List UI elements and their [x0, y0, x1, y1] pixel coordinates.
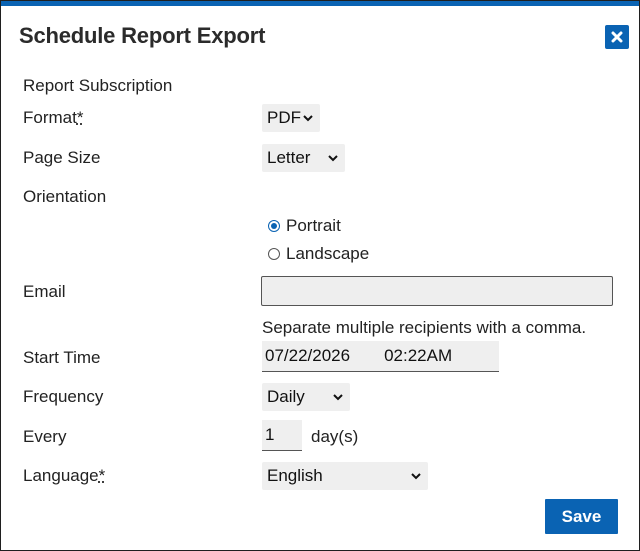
dialog-top-accent-bar [1, 1, 639, 6]
frequency-select-value: Daily [267, 387, 305, 406]
language-select-value: English [267, 466, 323, 485]
orientation-landscape-option[interactable]: Landscape [268, 244, 369, 264]
format-select[interactable]: PDF [262, 104, 320, 132]
format-label: Format* [23, 108, 83, 128]
start-time-input[interactable]: 07/22/2026 02:22AM [262, 341, 499, 372]
landscape-radio-label: Landscape [286, 244, 370, 263]
start-time-value: 02:22AM [384, 346, 453, 365]
format-select-value: PDF [267, 108, 301, 127]
language-select[interactable]: English [262, 462, 428, 490]
every-unit-label: day(s) [311, 427, 359, 446]
landscape-radio[interactable] [268, 248, 280, 260]
frequency-label: Frequency [23, 387, 104, 406]
save-button[interactable]: Save [545, 499, 618, 534]
close-icon [611, 31, 623, 43]
chevron-down-icon [333, 394, 343, 401]
language-label: Language* [23, 466, 105, 486]
frequency-select[interactable]: Daily [262, 383, 350, 411]
orientation-portrait-option[interactable]: Portrait [268, 216, 341, 236]
chevron-down-icon [303, 115, 313, 122]
email-label: Email [23, 282, 66, 301]
portrait-radio-label: Portrait [286, 216, 341, 235]
format-label-text: Format [23, 108, 77, 127]
every-input[interactable]: 1 [262, 420, 302, 451]
email-hint: Separate multiple recipients with a comm… [262, 318, 587, 337]
chevron-down-icon [411, 473, 421, 480]
language-label-text: Language [23, 466, 99, 485]
every-label: Every [23, 427, 67, 446]
schedule-report-dialog: Schedule Report Export Report Subscripti… [0, 0, 640, 551]
page-size-select-value: Letter [267, 148, 311, 167]
every-input-value: 1 [265, 425, 275, 444]
portrait-radio[interactable] [268, 220, 280, 232]
page-size-label: Page Size [23, 148, 101, 167]
email-input[interactable] [261, 276, 613, 306]
start-time-label: Start Time [23, 348, 101, 367]
page-size-select[interactable]: Letter [262, 144, 345, 172]
close-button[interactable] [605, 25, 629, 49]
section-title: Report Subscription [23, 76, 173, 95]
chevron-down-icon [328, 155, 338, 162]
dialog-title: Schedule Report Export [19, 23, 266, 48]
required-mark: * [76, 108, 84, 127]
start-date-value: 07/22/2026 [265, 346, 351, 365]
required-mark: * [98, 466, 106, 485]
orientation-label: Orientation [23, 187, 107, 206]
